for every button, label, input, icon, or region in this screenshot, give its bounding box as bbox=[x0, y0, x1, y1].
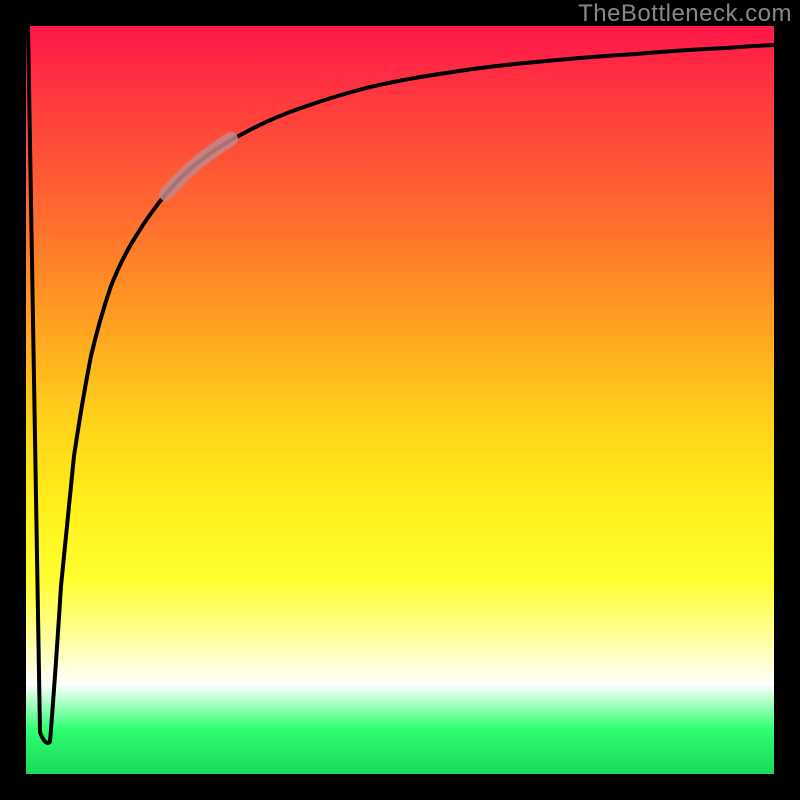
plot-area bbox=[26, 26, 774, 774]
attribution-label: TheBottleneck.com bbox=[578, 0, 792, 28]
chart-container: TheBottleneck.com bbox=[0, 0, 800, 800]
